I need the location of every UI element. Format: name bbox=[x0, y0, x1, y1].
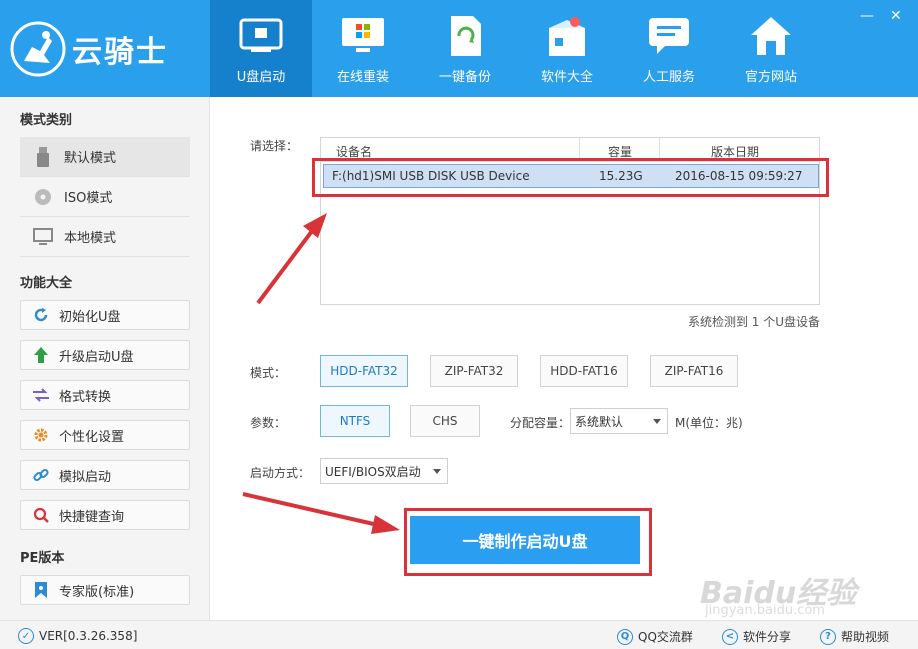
gear-icon bbox=[31, 425, 51, 445]
monitor-windows-icon bbox=[339, 14, 387, 58]
nav-label: 软件大全 bbox=[540, 70, 593, 85]
init-usb-button[interactable]: 初始化U盘 bbox=[20, 300, 190, 330]
nav-official-site[interactable]: 官方网站 bbox=[720, 0, 822, 97]
function-label: 初始化U盘 bbox=[59, 309, 121, 325]
mode-category-title: 模式类别 bbox=[20, 113, 73, 128]
backup-file-icon bbox=[441, 14, 489, 58]
mode-label: 默认模式 bbox=[64, 151, 117, 166]
nav-label: 人工服务 bbox=[642, 70, 695, 85]
alloc-size-value: 系统默认 bbox=[575, 414, 624, 429]
home-icon bbox=[747, 14, 795, 58]
nav-one-key-backup[interactable]: 一键备份 bbox=[414, 0, 516, 97]
select-label: 请选择： bbox=[250, 139, 299, 153]
qq-group-link[interactable]: Q QQ交流群 bbox=[617, 628, 693, 645]
make-boot-usb-button[interactable]: 一键制作启动U盘 bbox=[410, 516, 640, 564]
function-title: 功能大全 bbox=[20, 276, 73, 291]
nav-usb-boot[interactable]: U盘启动 bbox=[210, 0, 312, 97]
format-convert-button[interactable]: 格式转换 bbox=[20, 380, 190, 410]
param-ntfs[interactable]: NTFS bbox=[320, 405, 390, 437]
chevron-down-icon bbox=[653, 419, 661, 424]
detect-status: 系统检测到 1 个U盘设备 bbox=[687, 315, 820, 329]
alloc-label: 分配容量： bbox=[510, 416, 571, 430]
help-video-link[interactable]: ? 帮助视频 bbox=[820, 628, 889, 645]
pe-label: 专家版(标准) bbox=[59, 584, 135, 600]
top-bar: 云骑士 U盘启动 在线重装 一键备份 软件大全 人工服务 官方网站 — ✕ bbox=[0, 0, 918, 97]
nav-label: 一键备份 bbox=[438, 70, 491, 85]
annotation-arrow-up bbox=[256, 213, 327, 305]
annotation-arrow-right bbox=[242, 492, 400, 534]
monitor-icon bbox=[32, 226, 54, 248]
swap-icon bbox=[31, 385, 51, 405]
help-icon: ? bbox=[820, 628, 836, 645]
share-icon: < bbox=[722, 628, 738, 645]
chevron-down-icon bbox=[433, 469, 441, 474]
mode-hdd-fat16[interactable]: HDD-FAT16 bbox=[540, 355, 628, 387]
minimize-button[interactable]: — bbox=[860, 8, 874, 24]
search-icon bbox=[31, 505, 51, 525]
param-chs[interactable]: CHS bbox=[410, 405, 480, 437]
personalize-button[interactable]: 个性化设置 bbox=[20, 420, 190, 450]
function-label: 升级启动U盘 bbox=[59, 349, 134, 365]
arrow-up-icon bbox=[31, 345, 51, 365]
mode-default[interactable]: 默认模式 bbox=[20, 137, 190, 177]
nav-label: 在线重装 bbox=[336, 70, 389, 85]
mode-iso[interactable]: ISO模式 bbox=[20, 177, 190, 217]
nav-online-reinstall[interactable]: 在线重装 bbox=[312, 0, 414, 97]
usb-stick-icon bbox=[32, 146, 54, 168]
version-text: VER[0.3.26.358] bbox=[39, 629, 138, 643]
function-label: 格式转换 bbox=[59, 389, 112, 405]
usb-drive-icon bbox=[237, 14, 285, 58]
mode-zip-fat16[interactable]: ZIP-FAT16 bbox=[650, 355, 738, 387]
nav-label: 官方网站 bbox=[744, 70, 797, 85]
function-label: 个性化设置 bbox=[59, 429, 125, 445]
pe-version-title: PE版本 bbox=[20, 551, 65, 566]
param-label: 参数： bbox=[250, 416, 287, 430]
link-icon bbox=[31, 465, 51, 485]
nav-manual-service[interactable]: 人工服务 bbox=[618, 0, 720, 97]
software-box-icon bbox=[543, 14, 591, 58]
nav-software[interactable]: 软件大全 bbox=[516, 0, 618, 97]
mode-zip-fat32[interactable]: ZIP-FAT32 bbox=[430, 355, 518, 387]
mode-label: 模式： bbox=[250, 366, 287, 380]
annotation-highlight-device bbox=[312, 158, 829, 197]
knight-logo-icon bbox=[10, 21, 66, 77]
footer-link-label: 帮助视频 bbox=[841, 630, 890, 644]
version-info: ✓ VER[0.3.26.358] bbox=[18, 628, 137, 644]
boot-method-value: UEFI/BIOS双启动 bbox=[325, 464, 421, 479]
disc-icon bbox=[32, 186, 54, 208]
refresh-icon bbox=[31, 305, 51, 325]
app-logo: 云骑士 bbox=[10, 10, 210, 88]
boot-method-select[interactable]: UEFI/BIOS双启动 bbox=[320, 458, 448, 484]
status-bar: ✓ VER[0.3.26.358] Q QQ交流群 < 软件分享 ? 帮助视频 bbox=[0, 620, 918, 649]
alloc-unit: M(单位：兆) bbox=[675, 416, 743, 430]
pe-expert-standard-button[interactable]: 专家版(标准) bbox=[20, 575, 190, 605]
function-label: 模拟启动 bbox=[59, 469, 112, 485]
mode-label: ISO模式 bbox=[64, 191, 113, 206]
chat-service-icon bbox=[645, 14, 693, 58]
hotkey-lookup-button[interactable]: 快捷键查询 bbox=[20, 500, 190, 530]
function-label: 快捷键查询 bbox=[59, 509, 125, 525]
main-nav: U盘启动 在线重装 一键备份 软件大全 人工服务 官方网站 bbox=[210, 0, 822, 97]
watermark-url: jingyan.baidu.com bbox=[705, 603, 825, 618]
qq-icon: Q bbox=[617, 628, 633, 645]
boot-method-label: 启动方式： bbox=[250, 466, 311, 480]
software-share-link[interactable]: < 软件分享 bbox=[722, 628, 791, 645]
nav-label: U盘启动 bbox=[236, 70, 286, 85]
simulate-boot-button[interactable]: 模拟启动 bbox=[20, 460, 190, 490]
app-name: 云骑士 bbox=[72, 35, 168, 70]
mode-local[interactable]: 本地模式 bbox=[20, 217, 190, 257]
bookmark-icon bbox=[31, 580, 51, 600]
sidebar: 模式类别 默认模式 ISO模式 本地模式 功能大全 初始化U盘 升级启动U盘 格… bbox=[0, 97, 210, 620]
upgrade-usb-button[interactable]: 升级启动U盘 bbox=[20, 340, 190, 370]
alloc-size-select[interactable]: 系统默认 bbox=[570, 408, 668, 434]
close-button[interactable]: ✕ bbox=[890, 8, 902, 24]
footer-link-label: 软件分享 bbox=[743, 630, 792, 644]
mode-hdd-fat32[interactable]: HDD-FAT32 bbox=[320, 355, 408, 387]
check-circle-icon: ✓ bbox=[18, 628, 34, 644]
mode-label: 本地模式 bbox=[64, 231, 117, 246]
footer-link-label: QQ交流群 bbox=[638, 630, 693, 644]
